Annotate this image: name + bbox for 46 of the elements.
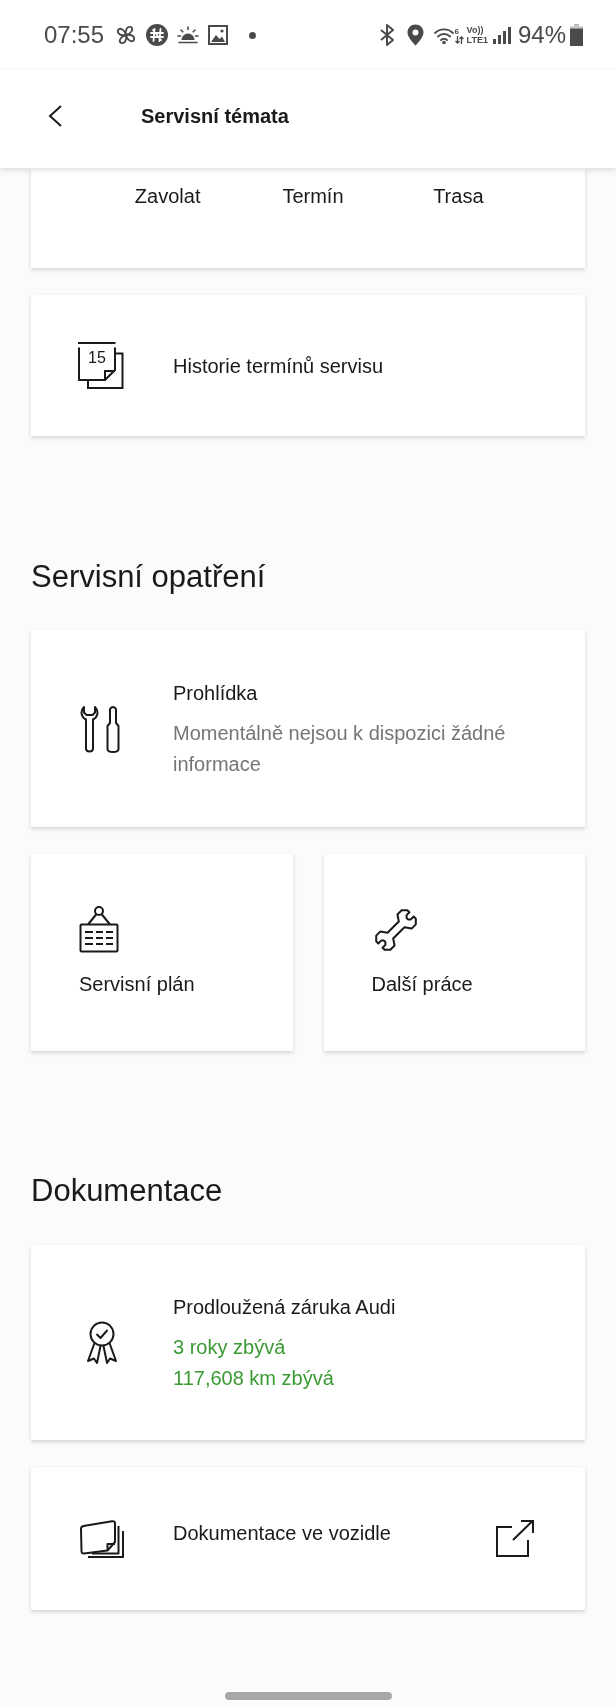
contact-action[interactable]: Trasa bbox=[433, 183, 484, 209]
service-tile[interactable]: Další práce bbox=[323, 854, 585, 1051]
vehicle-documents-card[interactable]: Dokumentace ve vozidle bbox=[31, 1467, 585, 1610]
wrench-screwdriver-icon bbox=[80, 704, 120, 753]
hanging-sign-icon bbox=[79, 906, 119, 953]
data-arrows-icon bbox=[454, 35, 464, 44]
inspection-title: Prohlídka bbox=[173, 680, 258, 706]
status-time: 07:55 bbox=[44, 21, 105, 49]
contact-action[interactable]: Termín bbox=[282, 183, 344, 209]
sunrise-icon bbox=[177, 26, 200, 44]
image-icon bbox=[208, 25, 229, 45]
bluetooth-icon bbox=[378, 24, 395, 46]
wifi-icon bbox=[433, 26, 454, 44]
page-title: Servisní témata bbox=[141, 104, 289, 128]
pinwheel-icon bbox=[115, 24, 138, 46]
warranty-card[interactable]: Prodloužená záruka Audi 3 roky zbývá 117,608 km zbývá bbox=[31, 1245, 585, 1440]
service-tile[interactable]: Servisní plán bbox=[31, 854, 293, 1051]
calendar-icon bbox=[78, 342, 124, 389]
back-button[interactable] bbox=[48, 105, 62, 127]
wifi-standard: 6 bbox=[454, 26, 460, 36]
contact-action[interactable]: Zavolat bbox=[134, 183, 201, 209]
location-pin-icon bbox=[406, 24, 424, 46]
warranty-remaining: 117,608 km zbývá bbox=[173, 1365, 334, 1391]
battery-percent: 94% bbox=[517, 21, 566, 49]
calendar-day: 15 bbox=[82, 349, 112, 367]
battery-icon bbox=[570, 24, 583, 46]
service-history-card[interactable]: 15 Historie termínů servisu bbox=[31, 295, 585, 436]
service-history-label: Historie termínů servisu bbox=[173, 353, 384, 379]
hash-circle-icon bbox=[146, 24, 169, 46]
inspection-card[interactable]: Prohlídka Momentálně nejsou k dispozici žádné informace bbox=[31, 630, 585, 827]
tile-label: Servisní plán bbox=[79, 972, 195, 997]
dot-icon bbox=[249, 31, 257, 39]
warranty-remaining: 3 roky zbývá bbox=[173, 1334, 286, 1360]
section-title: Servisní opatření bbox=[31, 559, 266, 595]
chevron-left-icon bbox=[48, 105, 62, 127]
warranty-title: Prodloužená záruka Audi bbox=[173, 1294, 396, 1320]
network-label: LTE1 bbox=[466, 35, 488, 45]
section-title: Dokumentace bbox=[31, 1173, 223, 1209]
documents-icon bbox=[80, 1519, 124, 1558]
inspection-message: Momentálně nejsou k dispozici žádné informace bbox=[173, 720, 507, 777]
network-label: Vo)) bbox=[466, 25, 484, 35]
vehicle-documents-label: Dokumentace ve vozidle bbox=[173, 1520, 391, 1546]
tile-label: Další práce bbox=[371, 972, 473, 997]
award-ribbon-icon bbox=[86, 1321, 118, 1364]
signal-bars-icon bbox=[492, 26, 511, 44]
external-link-icon bbox=[496, 1520, 534, 1557]
